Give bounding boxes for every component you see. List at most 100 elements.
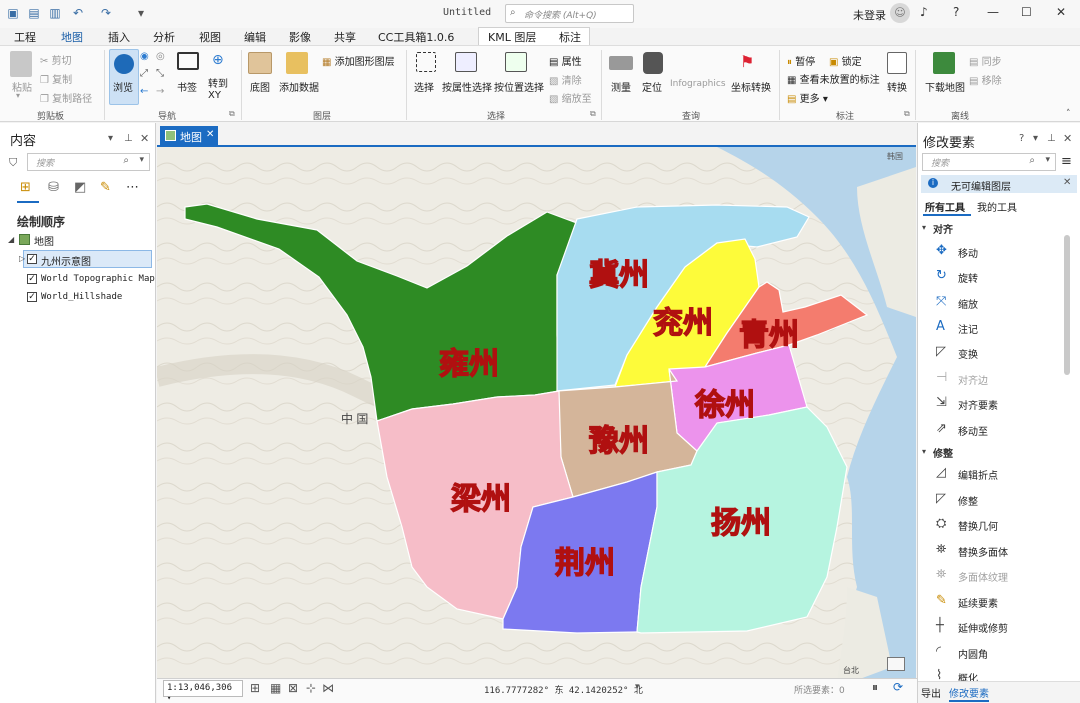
bookmarks-button[interactable]: 书签 (177, 79, 197, 94)
scale-selector[interactable]: 1:13,046,306 ▾ (163, 680, 243, 702)
tool-move-to[interactable]: 移动至 (958, 423, 988, 438)
collapse-section-icon[interactable]: ▾ (922, 223, 926, 232)
tool-edit-vertices[interactable]: 编辑折点 (958, 467, 998, 482)
tab-labeling[interactable]: 标注 (559, 29, 581, 45)
more-options-icon[interactable]: ⋯ (126, 180, 139, 195)
coordinate-format-dropdown[interactable]: ▾ (635, 682, 640, 692)
layer-world-hillshade[interactable]: World_Hillshade (41, 292, 122, 302)
list-by-drawing-order-icon[interactable]: ⊞ (20, 180, 31, 195)
avatar[interactable]: ☺ (890, 3, 910, 23)
undo-icon[interactable]: ↶ (71, 6, 85, 20)
map-node[interactable]: 地图 (34, 233, 54, 248)
map-view[interactable]: 雍州 冀州 兖州 青州 徐州 豫州 梁州 荆州 扬州 中 国 韩国 台北 (157, 145, 916, 678)
modify-search-input[interactable]: 搜索 ⌕ ▾ (922, 153, 1056, 171)
full-extent-icon[interactable]: ◉ (140, 51, 149, 62)
close-window-button[interactable]: ✕ (1056, 5, 1066, 19)
footer-tab-export[interactable]: 导出 (921, 685, 941, 700)
tool-continue-feature[interactable]: 延续要素 (958, 595, 998, 610)
zoom-in-icon[interactable]: ⤢ (140, 68, 148, 79)
basemap-button[interactable]: 底图 (250, 79, 270, 94)
tool-replace-multipatch[interactable]: 替换多面体 (958, 544, 1008, 559)
list-by-editing-icon[interactable]: ✎ (100, 180, 111, 195)
clear-button[interactable]: ▧ 清除 (549, 72, 582, 87)
layer-visibility-checkbox[interactable]: ✓ (27, 292, 37, 302)
tool-annotation[interactable]: 注记 (958, 321, 978, 336)
layer-world-topographic[interactable]: World Topographic Map (41, 274, 155, 284)
help-icon[interactable]: ? (1019, 133, 1024, 144)
pause-draw-icon[interactable]: ⋈ (322, 681, 334, 695)
tab-kml-layer[interactable]: KML 图层 (488, 29, 536, 45)
fixed-zoom-icon[interactable]: ◎ (156, 51, 165, 62)
previous-extent-icon[interactable]: ← (140, 86, 148, 97)
sign-in-status[interactable]: 未登录 (853, 7, 886, 23)
more-labeling-button[interactable]: ▤ 更多 ▾ (787, 90, 828, 105)
notification-bell-icon[interactable]: ♪ (920, 5, 928, 19)
goto-xy-button[interactable]: 转到 XY (208, 79, 232, 101)
select-button[interactable]: 选择 (414, 79, 434, 94)
pane-options-icon[interactable]: ▾ (1033, 133, 1038, 144)
add-data-button[interactable]: 添加数据 (279, 79, 319, 94)
tool-align-edge[interactable]: 对齐边 (958, 372, 988, 387)
lock-labels-button[interactable]: ▣ 锁定 (829, 53, 862, 68)
paste-button[interactable]: 粘贴 (12, 79, 32, 94)
dialog-launcher-icon[interactable]: ⧉ (229, 109, 235, 119)
refresh-icon[interactable]: ⟳ (893, 680, 903, 694)
map-canvas[interactable]: 雍州 冀州 兖州 青州 徐州 豫州 梁州 荆州 扬州 中 国 韩国 台北 (157, 147, 916, 678)
close-pane-icon[interactable]: ✕ (140, 132, 149, 145)
tool-multipatch-texture[interactable]: 多面体纹理 (958, 569, 1008, 584)
expand-layer-icon[interactable]: ▷ (19, 254, 25, 263)
attributes-button[interactable]: ▤ 属性 (549, 53, 582, 68)
pin-icon[interactable]: ⊥ (1047, 133, 1056, 144)
contents-search-input[interactable]: 搜索 ⌕ ▾ (27, 153, 150, 171)
scrollbar[interactable] (1064, 235, 1070, 375)
tab-analysis[interactable]: 分析 (153, 29, 175, 45)
tool-scale[interactable]: 缩放 (958, 296, 978, 311)
close-pane-icon[interactable]: ✕ (1063, 132, 1072, 145)
new-project-icon[interactable]: ▣ (6, 6, 20, 20)
tab-all-tools[interactable]: 所有工具 (925, 199, 965, 214)
section-reshape[interactable]: 修整 (933, 445, 953, 460)
dismiss-icon[interactable]: ✕ (1063, 177, 1071, 188)
dialog-launcher-icon[interactable]: ⧉ (590, 109, 596, 119)
add-graphics-layer-button[interactable]: ▦ 添加图形图层 (322, 53, 395, 68)
select-by-location-button[interactable]: 按位置选择 (494, 79, 544, 94)
view-unplaced-button[interactable]: ▦ 查看未放置的标注 (787, 71, 880, 86)
next-extent-icon[interactable]: → (156, 86, 164, 97)
tool-replace-geometry[interactable]: 替换几何 (958, 518, 998, 533)
footer-tab-modify[interactable]: 修改要素 (949, 685, 989, 702)
tool-transform[interactable]: 变换 (958, 346, 978, 361)
collapse-ribbon-icon[interactable]: ˄ (1066, 109, 1071, 119)
snapping-icon[interactable]: ⊠ (288, 681, 298, 695)
tab-edit[interactable]: 编辑 (244, 29, 266, 45)
layer-visibility-checkbox[interactable]: ✓ (27, 254, 37, 264)
tab-my-tools[interactable]: 我的工具 (977, 199, 1017, 214)
open-folder-icon[interactable]: ▤ (27, 6, 41, 20)
convert-coordinates-button[interactable]: 坐标转换 (731, 79, 771, 94)
overview-icon[interactable] (887, 657, 905, 671)
section-align[interactable]: 对齐 (933, 221, 953, 236)
tab-insert[interactable]: 插入 (108, 29, 130, 45)
maximize-button[interactable]: ☐ (1021, 5, 1032, 19)
minimize-button[interactable]: — (987, 5, 999, 19)
command-search-input[interactable]: ⌕ 命令搜索 (Alt+Q) (505, 4, 634, 23)
pane-options-icon[interactable]: ▾ (108, 133, 113, 144)
zoom-to-selection-button[interactable]: ▧ 缩放至 (549, 90, 592, 105)
tool-rotate[interactable]: 旋转 (958, 270, 978, 285)
map-view-tab[interactable]: 地图 ✕ (160, 126, 218, 146)
select-by-attributes-button[interactable]: 按属性选择 (442, 79, 492, 94)
customize-quick-access-icon[interactable]: ▾ (134, 6, 148, 20)
cut-button[interactable]: ✂ 剪切 (40, 52, 72, 67)
tool-fillet[interactable]: 内圆角 (958, 646, 988, 661)
download-map-button[interactable]: 下载地图 (925, 79, 965, 94)
pause-labels-button[interactable]: ⏸ 暂停 (787, 53, 815, 68)
expand-map-icon[interactable]: ◢ (8, 235, 14, 244)
close-tab-icon[interactable]: ✕ (206, 129, 214, 140)
tool-move[interactable]: 移动 (958, 245, 978, 260)
menu-icon[interactable]: ≡ (1061, 154, 1072, 169)
remove-button[interactable]: ▤ 移除 (969, 72, 1002, 87)
save-icon[interactable]: ▥ (48, 6, 62, 20)
pin-icon[interactable]: ⊥ (124, 133, 133, 144)
tab-cc-toolbox[interactable]: CC工具箱1.0.6 (378, 29, 454, 45)
tab-imagery[interactable]: 影像 (289, 29, 311, 45)
grid-icon[interactable]: ⊞ (250, 681, 260, 695)
